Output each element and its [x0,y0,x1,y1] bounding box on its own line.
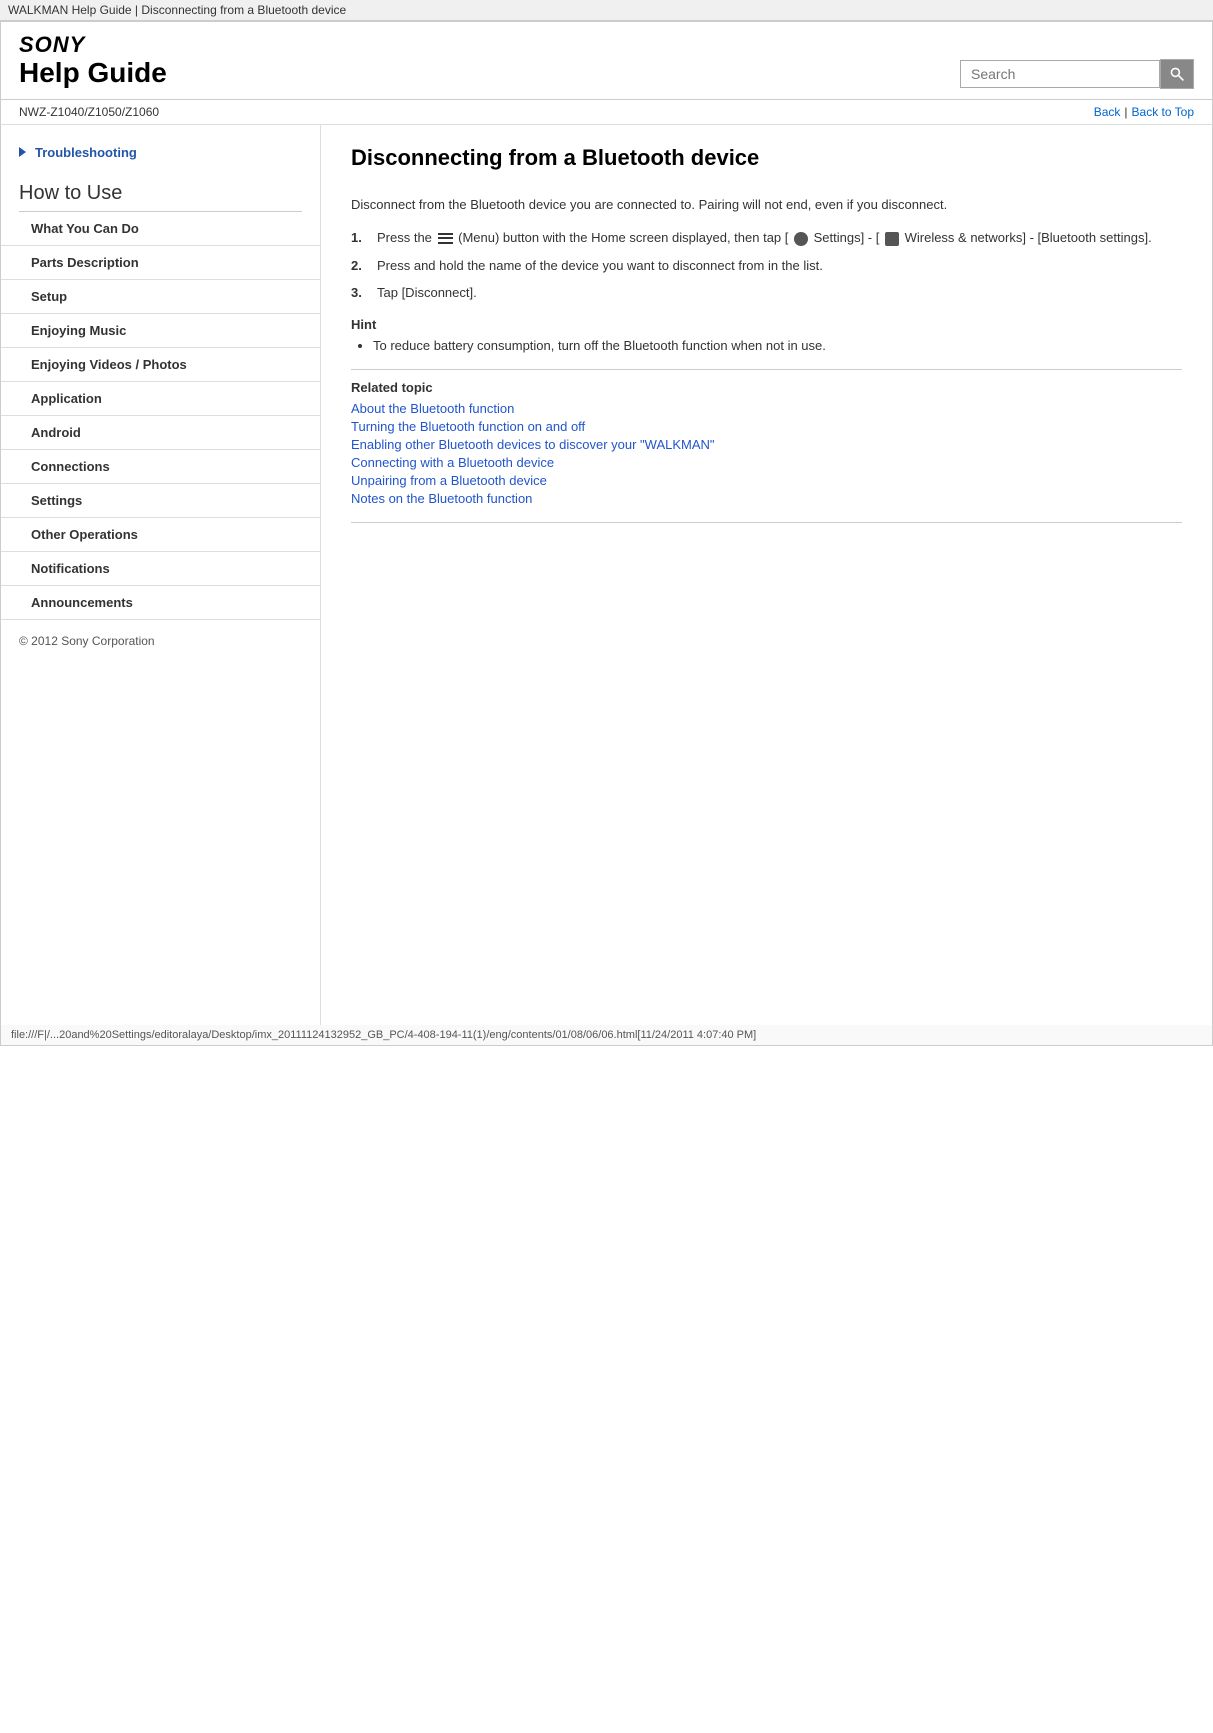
related-link-item-2: Turning the Bluetooth function on and of… [351,419,1182,434]
step-3-num: 3. [351,283,369,303]
hint-list: To reduce battery consumption, turn off … [373,336,1182,356]
search-button[interactable] [1160,59,1194,89]
hint-section: Hint To reduce battery consumption, turn… [351,317,1182,356]
sidebar-item-application[interactable]: Application [1,382,320,416]
step-3: 3. Tap [Disconnect]. [351,283,1182,303]
sony-logo: SONY [19,32,167,58]
menu-icon [438,233,453,244]
related-topic-title: Related topic [351,380,1182,395]
sidebar-item-android[interactable]: Android [1,416,320,450]
back-link[interactable]: Back [1094,105,1121,119]
hint-item-1: To reduce battery consumption, turn off … [373,336,1182,356]
sidebar-item-enjoying-videos[interactable]: Enjoying Videos / Photos [1,348,320,382]
sidebar-item-setup[interactable]: Setup [1,280,320,314]
sidebar-item-notifications[interactable]: Notifications [1,552,320,586]
search-input[interactable] [960,60,1160,88]
related-link-item-5: Unpairing from a Bluetooth device [351,473,1182,488]
related-topic-divider [351,369,1182,370]
help-guide-title: Help Guide [19,58,167,89]
related-link-item-1: About the Bluetooth function [351,401,1182,416]
browser-title-text: WALKMAN Help Guide | Disconnecting from … [8,3,346,17]
related-link-1[interactable]: About the Bluetooth function [351,401,514,416]
sidebar-item-other-operations[interactable]: Other Operations [1,518,320,552]
related-link-item-4: Connecting with a Bluetooth device [351,455,1182,470]
related-link-item-6: Notes on the Bluetooth function [351,491,1182,506]
sub-header: NWZ-Z1040/Z1050/Z1060 Back | Back to Top [0,100,1213,125]
model-number: NWZ-Z1040/Z1050/Z1060 [19,105,159,119]
sidebar-how-to-use: How to Use [1,172,320,211]
header-left: SONY Help Guide [19,32,167,89]
troubleshooting-label: Troubleshooting [35,145,137,160]
sidebar: Troubleshooting How to Use What You Can … [1,125,321,1025]
wireless-icon [885,232,899,246]
back-to-top-link[interactable]: Back to Top [1132,105,1194,119]
step-1: 1. Press the (Menu) button with the Home… [351,228,1182,248]
step-2: 2. Press and hold the name of the device… [351,256,1182,276]
header: SONY Help Guide [0,21,1213,100]
sidebar-troubleshooting[interactable]: Troubleshooting [1,145,320,172]
step-3-text: Tap [Disconnect]. [377,283,477,303]
sidebar-item-announcements[interactable]: Announcements [1,586,320,620]
related-link-item-3: Enabling other Bluetooth devices to disc… [351,437,1182,452]
step-1-num: 1. [351,228,369,248]
settings-icon [794,232,808,246]
hint-title: Hint [351,317,1182,332]
footer-url-bar: file:///F|/...20and%20Settings/editorala… [0,1025,1213,1046]
sidebar-item-enjoying-music[interactable]: Enjoying Music [1,314,320,348]
browser-title-bar: WALKMAN Help Guide | Disconnecting from … [0,0,1213,21]
content-intro: Disconnect from the Bluetooth device you… [351,195,1182,215]
sidebar-item-what-you-can-do[interactable]: What You Can Do [1,212,320,246]
related-link-3[interactable]: Enabling other Bluetooth devices to disc… [351,437,715,452]
sidebar-item-settings[interactable]: Settings [1,484,320,518]
related-bottom-divider [351,522,1182,523]
related-link-5[interactable]: Unpairing from a Bluetooth device [351,473,547,488]
steps-list: 1. Press the (Menu) button with the Home… [351,228,1182,303]
related-link-4[interactable]: Connecting with a Bluetooth device [351,455,554,470]
related-link-2[interactable]: Turning the Bluetooth function on and of… [351,419,585,434]
related-links: About the Bluetooth function Turning the… [351,401,1182,506]
chevron-right-icon [19,147,26,157]
content-area: Disconnecting from a Bluetooth device Di… [321,125,1212,1025]
separator: | [1124,105,1127,119]
sidebar-item-parts-description[interactable]: Parts Description [1,246,320,280]
related-link-6[interactable]: Notes on the Bluetooth function [351,491,532,506]
page-title: Disconnecting from a Bluetooth device [351,145,1182,179]
search-icon [1169,66,1185,82]
main-container: Troubleshooting How to Use What You Can … [0,125,1213,1025]
sidebar-item-connections[interactable]: Connections [1,450,320,484]
header-right [960,59,1194,89]
sidebar-copyright: © 2012 Sony Corporation [1,620,320,662]
step-2-num: 2. [351,256,369,276]
step-2-text: Press and hold the name of the device yo… [377,256,823,276]
step-1-text: Press the (Menu) button with the Home sc… [377,228,1152,248]
sub-header-right: Back | Back to Top [1094,105,1194,119]
